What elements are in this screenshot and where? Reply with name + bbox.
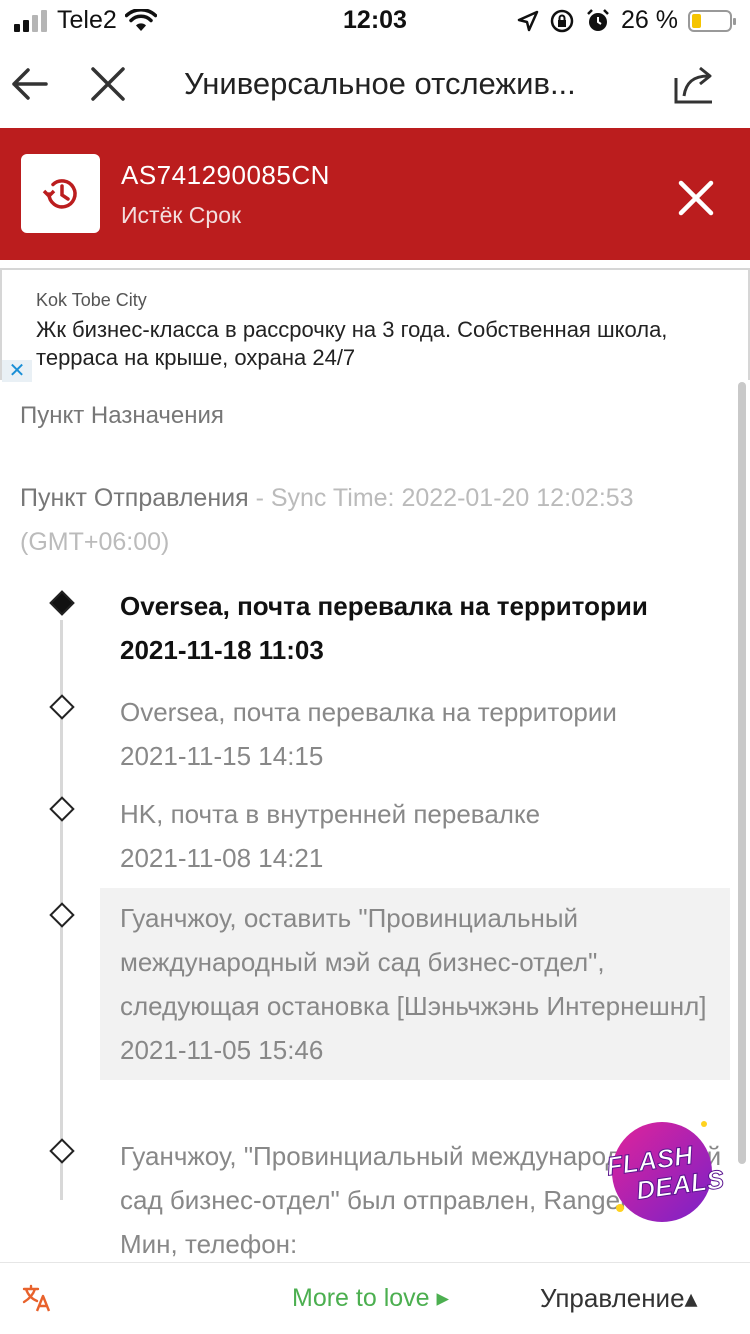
tracking-number: AS741290085CN [121,160,330,190]
timeline-event: Oversea, почта перевалка на территории 2… [100,584,730,672]
event-time: 2021-11-15 14:15 [120,741,324,771]
manage-button[interactable]: Управление▴ [540,1283,698,1314]
destination-label: Пункт Назначения [20,402,224,429]
event-description: Гуанчжоу, оставить "Провинциальный между… [120,903,707,1021]
tracking-status: Истёк Срок [121,202,242,228]
timeline-marker [49,694,75,720]
timeline-marker-current [49,590,75,616]
back-arrow-icon[interactable] [8,62,52,106]
origin-row: Пункт Отправления - Sync Time: 2022-01-2… [20,476,670,564]
rotation-lock-icon [550,9,574,32]
event-time: 2021-11-18 11:03 [120,635,324,665]
banner-close-icon[interactable] [678,180,714,216]
timeline-marker [49,902,75,928]
timeline-event-highlighted: Гуанчжоу, оставить "Провинциальный между… [100,888,730,1080]
share-icon[interactable] [672,62,716,106]
battery-icon [688,9,736,32]
timeline-marker [49,796,75,822]
tracking-status-banner: AS741290085CN Истёк Срок [0,128,750,260]
scrollbar[interactable] [738,382,746,1164]
timeline-event: Oversea, почта перевалка на территории 2… [100,690,730,778]
ad-text: Жк бизнес-класса в рассрочку на 3 года. … [36,317,668,370]
ad-close-icon[interactable]: ✕ [2,360,32,382]
page-title: Универсальное отслежив... [184,66,576,101]
status-bar: Tele2 12:03 26 % [0,0,750,42]
history-icon [42,178,77,209]
location-icon [517,10,539,31]
translate-icon[interactable] [22,1283,52,1313]
ad-source: Kok Tobe City [36,290,147,310]
more-to-love-link[interactable]: More to love ▸ [292,1283,449,1313]
status-right: 26 % [517,6,736,35]
event-description: Oversea, почта перевалка на территории [120,591,648,621]
origin-label: Пункт Отправления [20,484,249,512]
event-time: 2021-11-08 14:21 [120,843,324,873]
battery-percent: 26 % [621,6,678,34]
event-description: Oversea, почта перевалка на территории [120,697,617,727]
alarm-icon [587,8,609,31]
ad-banner[interactable]: Kok Tobe City Жк бизнес-класса в рассроч… [0,268,750,382]
history-icon-box [21,154,100,233]
close-icon[interactable] [88,62,128,106]
timeline-marker [49,1138,75,1164]
battery-fill [692,13,702,28]
flash-deals-badge[interactable]: FLASH DEALS [604,1118,724,1226]
event-description: HK, почта в внутренней перевалке [120,799,541,829]
nav-bar: Универсальное отслежив... [0,42,750,128]
bottom-bar: More to love ▸ Управление▴ [0,1262,750,1334]
timeline-event: HK, почта в внутренней перевалке 2021-11… [100,792,730,880]
event-time: 2021-11-05 15:46 [120,1035,324,1065]
